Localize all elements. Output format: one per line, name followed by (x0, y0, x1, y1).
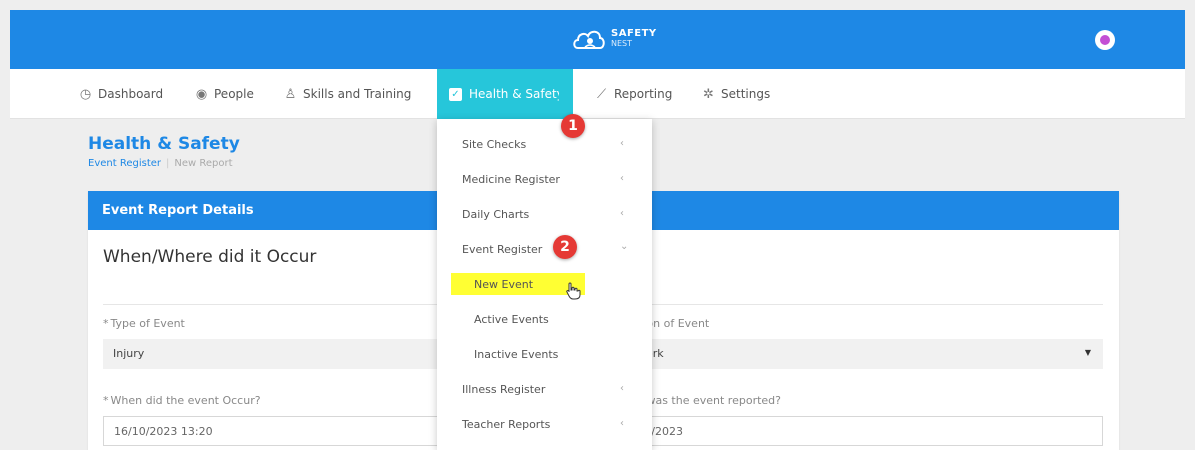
breadcrumb: Event Register | New Report (88, 158, 233, 169)
chevron-left-icon: ‹ (620, 173, 624, 184)
event-occur-label: * When did the event Occur? (103, 394, 261, 407)
nav-people[interactable]: ◉ People (195, 69, 254, 119)
main-nav: ◷ Dashboard ◉ People ♙ Skills and Traini… (10, 69, 1185, 119)
hand-cursor-icon (566, 282, 581, 300)
menu-medicine-register[interactable]: Medicine Register ‹ (437, 162, 652, 196)
menu-teacher-reports-label: Teacher Reports (462, 417, 551, 431)
nav-dashboard[interactable]: ◷ Dashboard (79, 69, 163, 119)
chevron-left-icon: ‹ (620, 138, 624, 149)
menu-illness-register[interactable]: Illness Register ‹ (437, 372, 652, 406)
menu-daily-charts-label: Daily Charts (462, 207, 530, 221)
menu-site-checks-label: Site Checks (462, 137, 527, 151)
nav-settings-label: Settings (721, 87, 771, 101)
dashboard-icon: ◷ (79, 86, 92, 102)
nav-health-safety[interactable]: ✓ Health & Safety (437, 69, 573, 119)
chevron-left-icon: ‹ (620, 208, 624, 219)
people-icon: ◉ (195, 86, 208, 102)
safety-nest-logo[interactable]: SAFETY NEST (572, 23, 657, 55)
logo-subtitle: NEST (611, 39, 633, 48)
breadcrumb-separator: | (166, 158, 170, 169)
chevron-down-icon: ⌄ (620, 241, 629, 252)
menu-illness-register-label: Illness Register (462, 382, 546, 396)
award-icon: ♙ (284, 86, 297, 102)
nav-reporting-label: Reporting (614, 87, 673, 101)
menu-site-checks[interactable]: Site Checks ‹ (437, 127, 652, 161)
breadcrumb-event-register[interactable]: Event Register (88, 158, 161, 169)
cloud-logo-icon (573, 30, 605, 49)
chevron-left-icon: ‹ (620, 418, 624, 429)
menu-daily-charts[interactable]: Daily Charts ‹ (437, 197, 652, 231)
menu-teacher-reports[interactable]: Teacher Reports ‹ (437, 407, 652, 441)
chart-line-icon: ⟋ (596, 86, 607, 102)
gear-icon: ✲ (703, 86, 714, 102)
menu-event-register[interactable]: Event Register ⌄ (437, 232, 652, 266)
user-avatar[interactable] (1095, 30, 1115, 50)
logo-title: SAFETY (611, 28, 657, 39)
nav-health-safety-label: Health & Safety (469, 87, 559, 101)
step-2-badge: 2 (553, 235, 577, 259)
nav-settings[interactable]: ✲ Settings (702, 69, 770, 119)
breadcrumb-new-report: New Report (174, 158, 233, 169)
menu-inactive-events[interactable]: Inactive Events (437, 337, 652, 371)
menu-medicine-register-label: Medicine Register (462, 172, 560, 186)
event-reported-input[interactable]: )/2023 (636, 416, 1103, 446)
section-title: When/Where did it Occur (103, 247, 317, 267)
location-of-event-select[interactable]: ork ▼ (636, 339, 1103, 369)
nav-dashboard-label: Dashboard (98, 87, 164, 101)
top-bar: SAFETY NEST (10, 10, 1185, 69)
nav-skills-label: Skills and Training (303, 87, 412, 101)
caret-down-icon: ▼ (1084, 348, 1091, 357)
chevron-left-icon: ‹ (620, 383, 624, 394)
nav-reporting[interactable]: ⟋ Reporting (595, 69, 672, 119)
type-of-event-label: * Type of Event (103, 317, 185, 330)
menu-event-register-label: Event Register (462, 242, 543, 256)
nav-skills-training[interactable]: ♙ Skills and Training (284, 69, 412, 119)
page-title: Health & Safety (88, 134, 240, 154)
menu-active-events[interactable]: Active Events (437, 302, 652, 336)
event-reported-label: n was the event reported? (636, 394, 781, 407)
checkbox-icon: ✓ (449, 87, 462, 101)
step-1-badge: 1 (561, 114, 585, 138)
nav-people-label: People (214, 87, 254, 101)
avatar-icon (1100, 35, 1110, 45)
